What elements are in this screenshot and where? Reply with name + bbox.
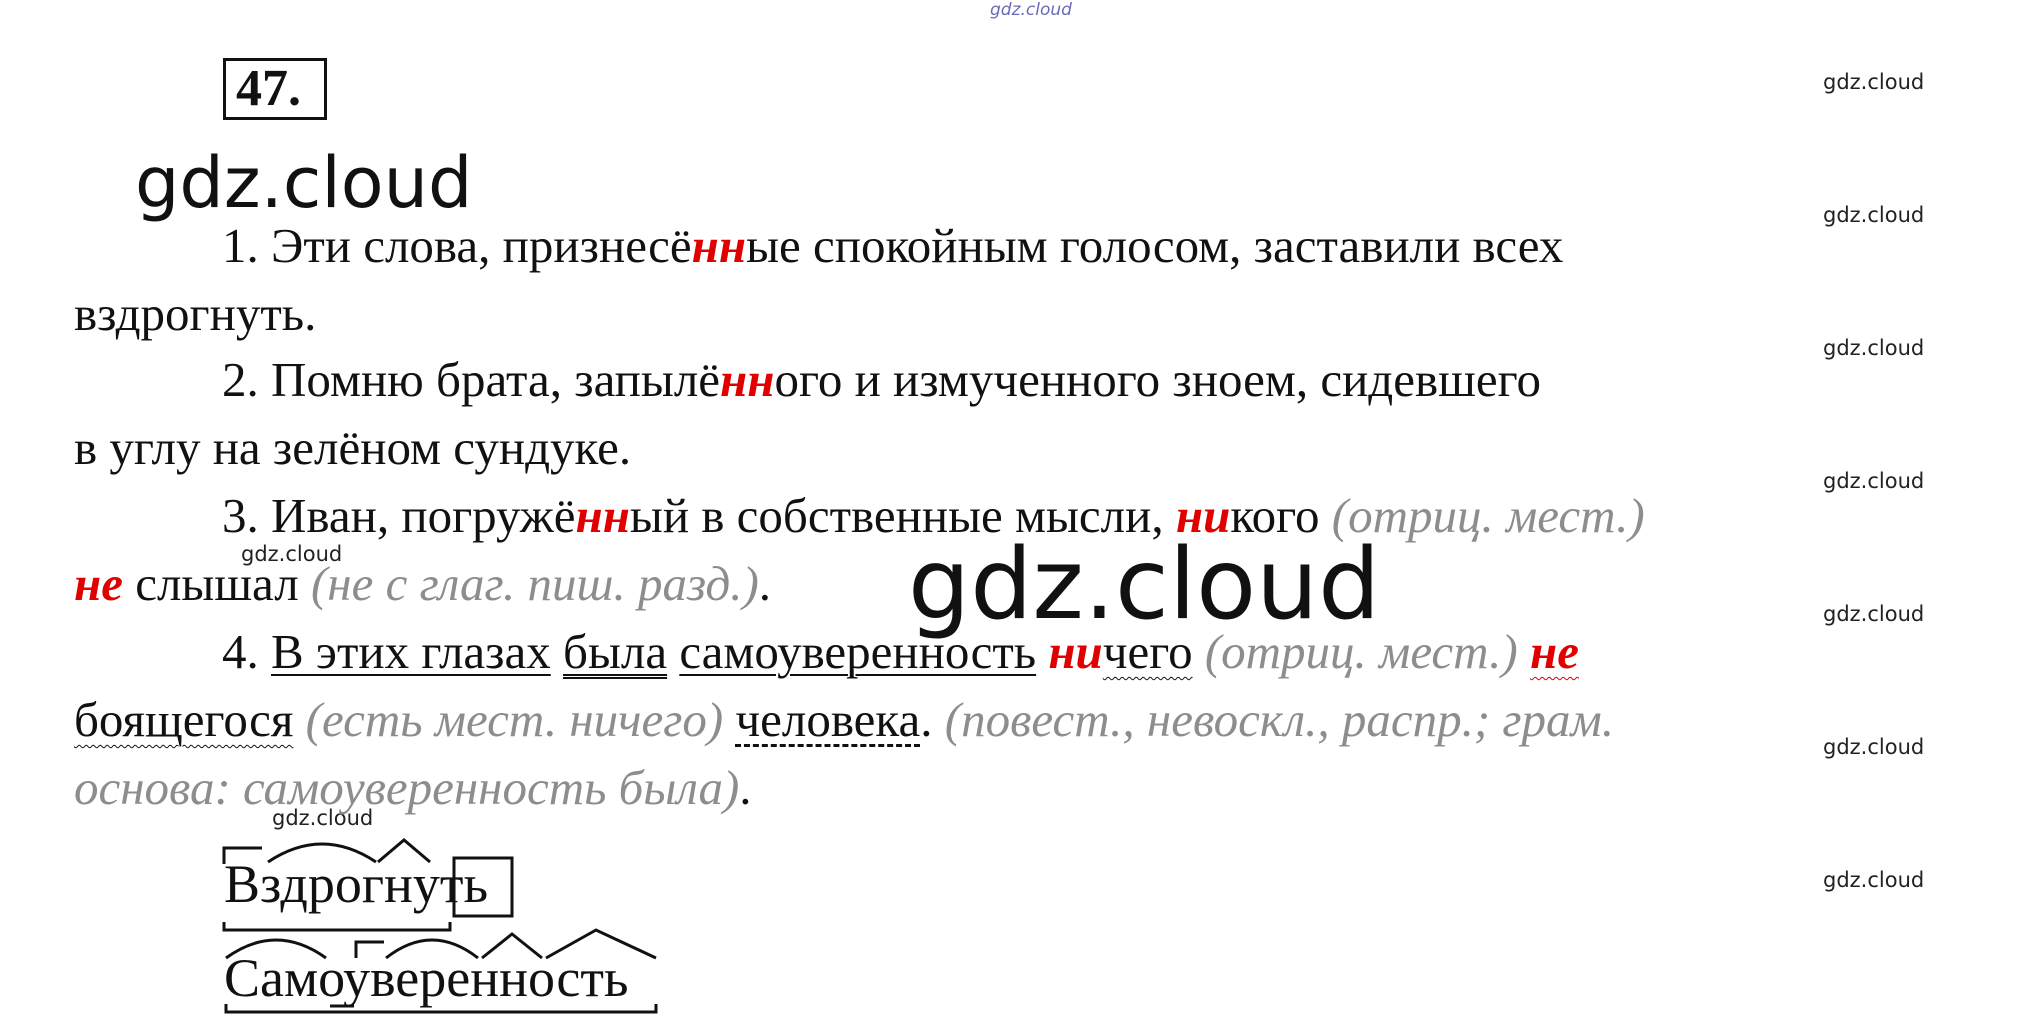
sentence-2-line-2: в углу на зелёном сундуке. xyxy=(74,420,632,475)
annotation: (есть мест. ничего) xyxy=(305,692,724,747)
exercise-number: 47. xyxy=(223,58,327,120)
highlight-suffix: нн xyxy=(720,352,775,407)
annotation: (не с глаг. пиш. разд.) xyxy=(310,556,759,611)
text: . xyxy=(758,556,772,611)
watermark-large: gdz.cloud xyxy=(135,142,473,224)
attribute-underline: боящегося xyxy=(74,692,294,747)
sentence-4-line-1: 4. В этих глазах была самоуверенность ни… xyxy=(222,622,1579,682)
annotation: (отриц. мест.) xyxy=(1331,488,1645,543)
text: 4. xyxy=(222,624,271,679)
text: кого xyxy=(1230,488,1332,543)
sentence-4-line-3: основа: самоуверенность была). xyxy=(74,758,752,818)
watermark-right-5: gdz.cloud xyxy=(1823,602,1925,626)
base-bracket xyxy=(222,922,452,932)
text: ые спокойным голосом, заставили всех xyxy=(746,218,1564,273)
highlight-particle: не xyxy=(1529,624,1579,679)
sentence-1-line-1: 1. Эти слова, признесённые спокойным гол… xyxy=(222,216,1563,276)
annotation: (повест., невоскл., распр.; грам. xyxy=(944,692,1615,747)
object-underline: человека xyxy=(735,692,921,747)
sentence-4-line-2: боящегося (есть мест. ничего) человека. … xyxy=(74,690,1614,750)
watermark-right-4: gdz.cloud xyxy=(1823,469,1925,493)
watermark-right-6: gdz.cloud xyxy=(1823,735,1925,759)
morpheme-word-2: Самоуверенность xyxy=(224,948,629,1008)
highlight-particle: не xyxy=(74,556,123,611)
attribute-underline: чего xyxy=(1102,624,1193,679)
watermark-top: gdz.cloud xyxy=(990,0,1072,20)
sentence-3-line-2: не слышал (не с глаг. пиш. разд.). xyxy=(74,554,771,614)
watermark-right-3: gdz.cloud xyxy=(1823,336,1925,360)
highlight-prefix: ни xyxy=(1048,624,1103,679)
text: ый в собственные мысли, xyxy=(629,488,1176,543)
text: слышал xyxy=(122,556,311,611)
text: 3. Иван, погружё xyxy=(222,488,576,543)
subject-underline: самоуверенность xyxy=(679,624,1037,679)
annotation: основа: самоуверенность была) xyxy=(74,760,740,815)
text: . xyxy=(920,692,945,747)
annotation: (отриц. мест.) xyxy=(1204,624,1518,679)
sentence-2-line-1: 2. Помню брата, запылённого и измученног… xyxy=(222,350,1541,410)
watermark-right-2: gdz.cloud xyxy=(1823,203,1925,227)
sentence-1-line-2: вздрогнуть. xyxy=(74,286,317,341)
text: . xyxy=(739,760,752,815)
predicate-underline: была xyxy=(563,624,668,679)
circumstance-underline: В этих глазах xyxy=(271,624,551,679)
watermark-right-7: gdz.cloud xyxy=(1823,868,1925,892)
text: 2. Помню брата, запылё xyxy=(222,352,721,407)
highlight-suffix: нн xyxy=(575,488,630,543)
text: ого и измученного зноем, сидевшего xyxy=(774,352,1541,407)
highlight-prefix: ни xyxy=(1175,488,1231,543)
watermark-right-1: gdz.cloud xyxy=(1823,70,1925,94)
morpheme-word-1: Вздрогнуть xyxy=(224,854,489,914)
highlight-suffix: нн xyxy=(691,218,747,273)
sentence-3-line-1: 3. Иван, погружённый в собственные мысли… xyxy=(222,486,1645,546)
text: 1. Эти слова, признесё xyxy=(222,218,692,273)
